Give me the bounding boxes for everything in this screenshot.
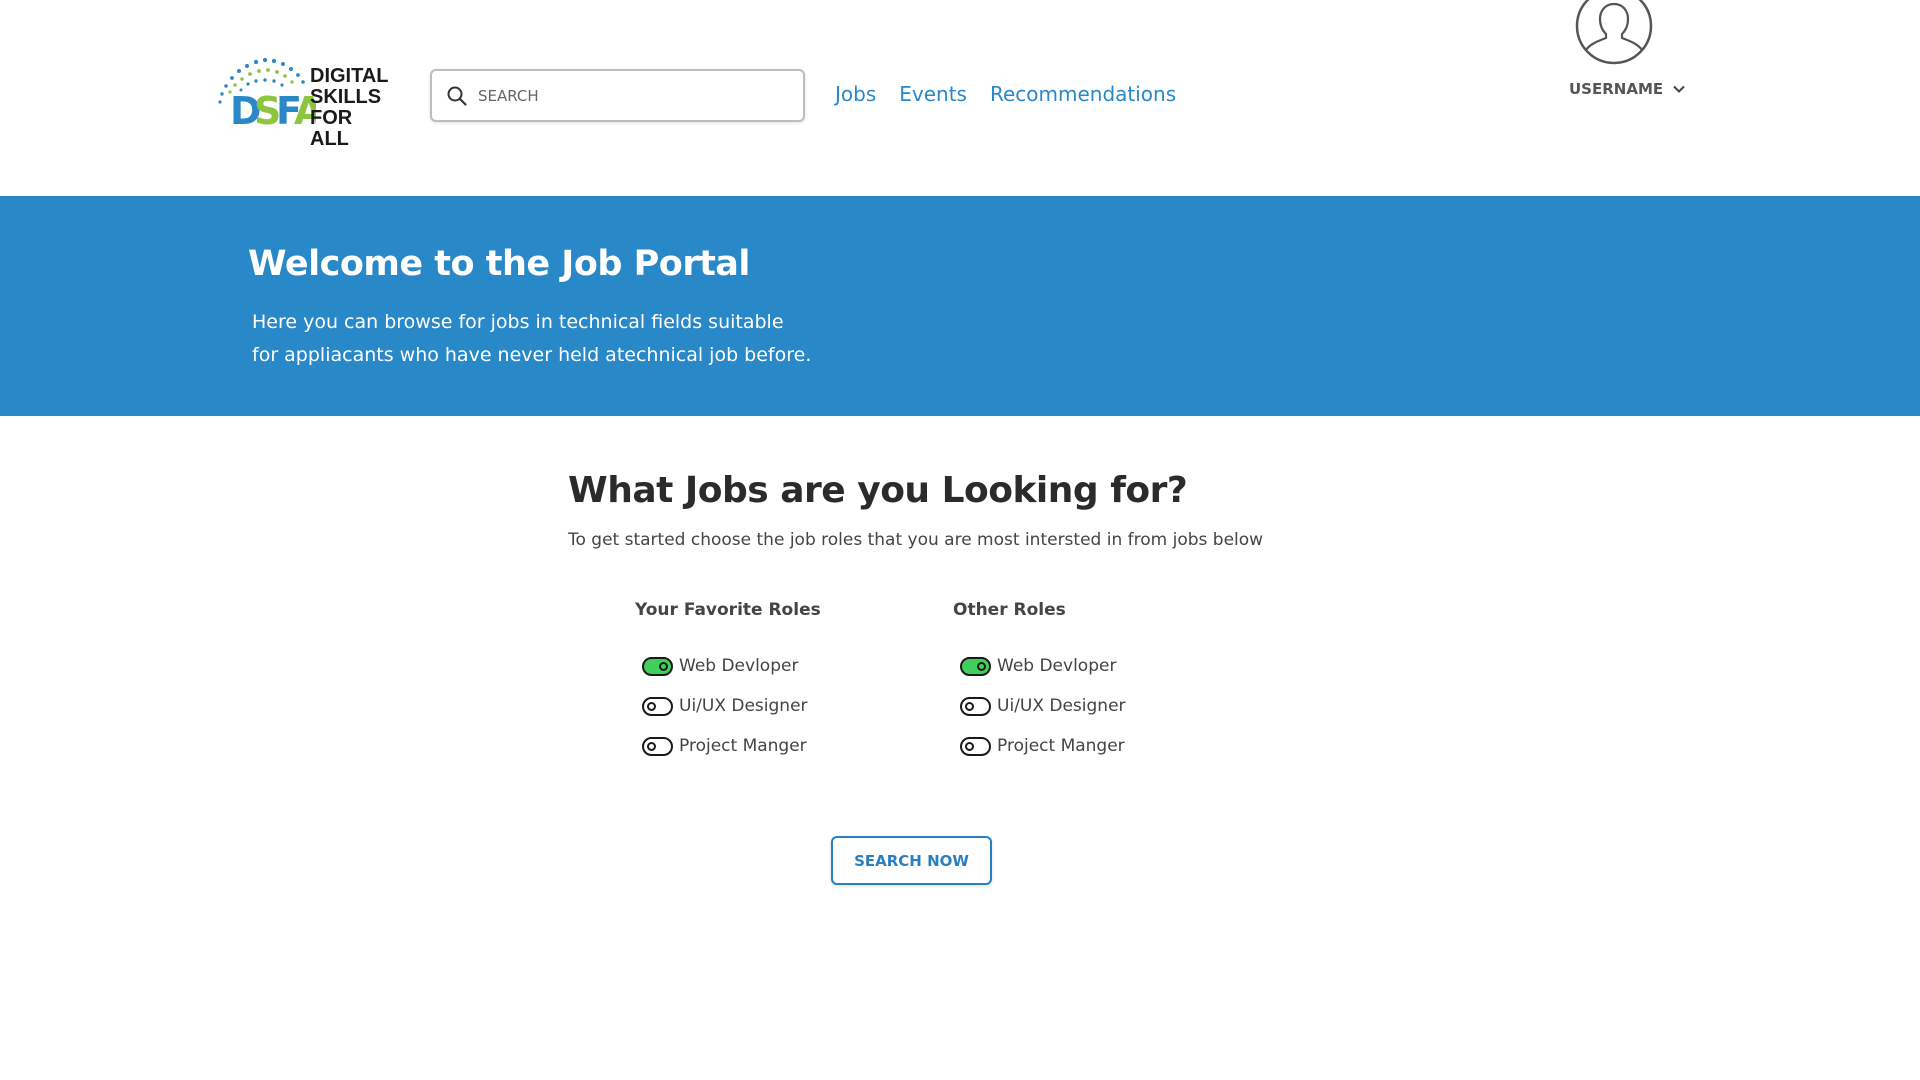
favorite-role-ui-ux-designer[interactable]: Ui/UX Designer [635, 686, 935, 726]
other-roles: Other Roles Web Devloper Ui/UX Designer … [953, 600, 1253, 766]
page-title: What Jobs are you Looking for? [568, 470, 1188, 511]
toggle-knob [977, 661, 986, 671]
page-subtitle: To get started choose the job roles that… [568, 530, 1264, 550]
hero-banner: Welcome to the Job Portal Here you can b… [0, 196, 1920, 416]
hero-subtitle-line-2: for appliacants who have never held atec… [252, 344, 812, 366]
role-label: Ui/UX Designer [997, 696, 1126, 716]
role-label: Project Manger [997, 736, 1125, 756]
nav-recommendations[interactable]: Recommendations [990, 82, 1176, 106]
toggle-switch[interactable] [642, 656, 673, 676]
hero-title: Welcome to the Job Portal [248, 244, 750, 284]
other-role-web-developer[interactable]: Web Devloper [953, 646, 1253, 686]
other-role-ui-ux-designer[interactable]: Ui/UX Designer [953, 686, 1253, 726]
logo-line-2: SKILLS [310, 86, 382, 108]
role-label: Project Manger [679, 736, 807, 756]
toggle-switch[interactable] [642, 736, 673, 756]
nav-jobs[interactable]: Jobs [835, 82, 876, 106]
search-box [430, 69, 805, 122]
main-nav: Jobs Events Recommendations [835, 82, 1176, 106]
other-roles-heading: Other Roles [953, 600, 1066, 620]
toggle-knob [647, 741, 656, 751]
user-menu[interactable]: USERNAME [1566, 0, 1685, 100]
role-label: Web Devloper [997, 656, 1117, 676]
search-input[interactable] [476, 71, 796, 120]
other-role-project-manager[interactable]: Project Manger [953, 726, 1253, 766]
favorite-role-project-manager[interactable]: Project Manger [635, 726, 935, 766]
logo-line-1: DIGITAL [310, 65, 389, 87]
toggle-knob [647, 701, 656, 711]
favorite-roles-heading: Your Favorite Roles [635, 600, 821, 620]
hero-subtitle: Here you can browse for jobs in technica… [252, 306, 812, 372]
username-dropdown[interactable]: USERNAME [1569, 80, 1687, 98]
toggle-switch[interactable] [642, 696, 673, 716]
toggle-switch[interactable] [960, 656, 991, 676]
hero-subtitle-line-1: Here you can browse for jobs in technica… [252, 311, 784, 333]
favorite-role-web-developer[interactable]: Web Devloper [635, 646, 935, 686]
role-label: Web Devloper [679, 656, 799, 676]
toggle-switch[interactable] [960, 696, 991, 716]
nav-events[interactable]: Events [899, 82, 967, 106]
header: D S F A DIGITAL SKILLS FOR ALL Jobs Even… [0, 0, 1920, 196]
logo-line-3: FOR ALL [310, 107, 353, 150]
toggle-knob [965, 701, 974, 711]
favorite-roles: Your Favorite Roles Web Devloper Ui/UX D… [635, 600, 935, 766]
logo-mark-icon: D S F A [218, 57, 316, 128]
username-label: USERNAME [1569, 80, 1664, 98]
logo-wordmark: DIGITAL SKILLS FOR ALL [310, 66, 391, 150]
toggle-switch[interactable] [960, 736, 991, 756]
logo[interactable]: D S F A DIGITAL SKILLS FOR ALL [216, 50, 391, 150]
chevron-down-icon [1673, 85, 1685, 93]
user-avatar-icon[interactable] [1574, 0, 1654, 66]
search-icon [447, 86, 467, 106]
toggle-knob [659, 661, 668, 671]
role-label: Ui/UX Designer [679, 696, 808, 716]
toggle-knob [965, 741, 974, 751]
search-now-button[interactable]: SEARCH NOW [831, 836, 992, 885]
